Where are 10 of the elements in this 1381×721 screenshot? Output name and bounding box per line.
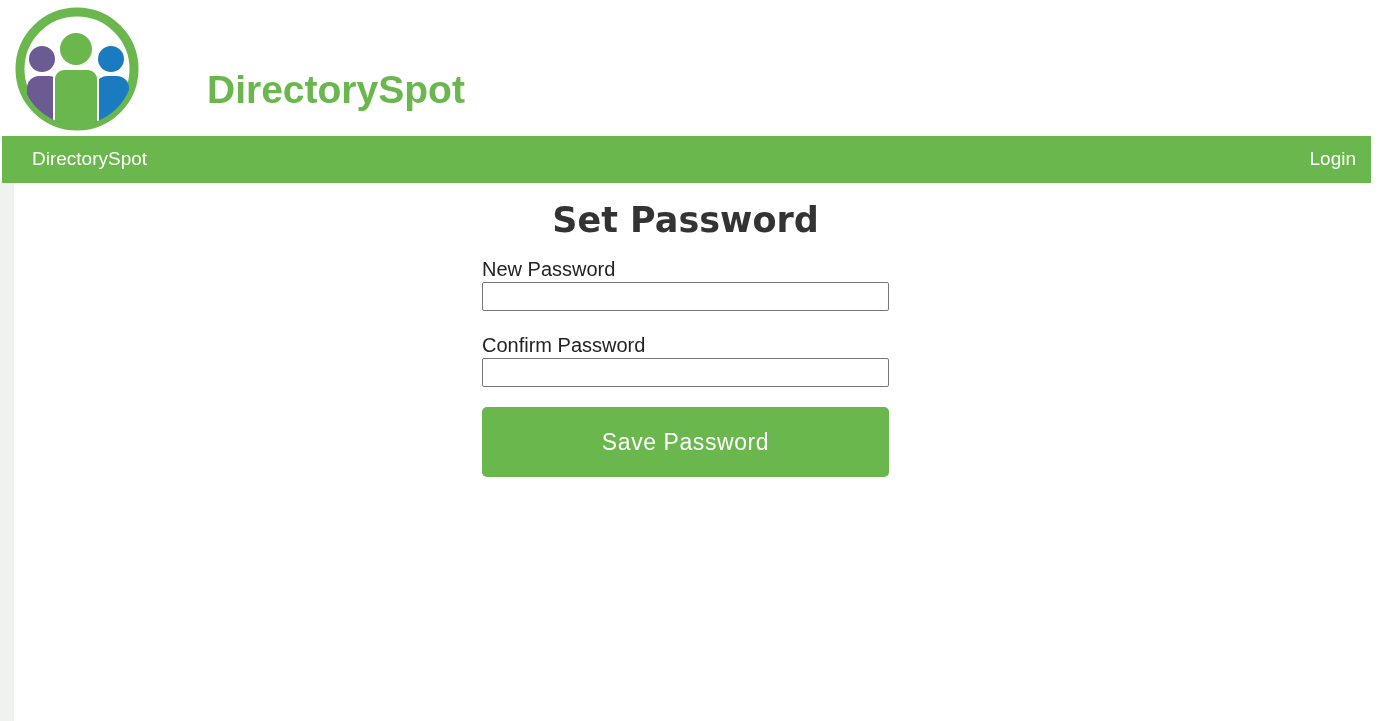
- password-field[interactable]: [482, 357, 889, 387]
- brand-link[interactable]: DirectorySpot: [32, 145, 148, 174]
- login-link[interactable]: Login: [1309, 145, 1356, 174]
- site-title: DirectorySpot: [207, 70, 465, 109]
- field-label: New Password: [482, 256, 617, 282]
- field-label: Confirm Password: [482, 332, 647, 358]
- people-logo-icon: [15, 7, 139, 131]
- save-password-button[interactable]: Save Password: [482, 406, 889, 477]
- page-heading: Set Password: [552, 199, 819, 242]
- password-field[interactable]: [482, 281, 889, 311]
